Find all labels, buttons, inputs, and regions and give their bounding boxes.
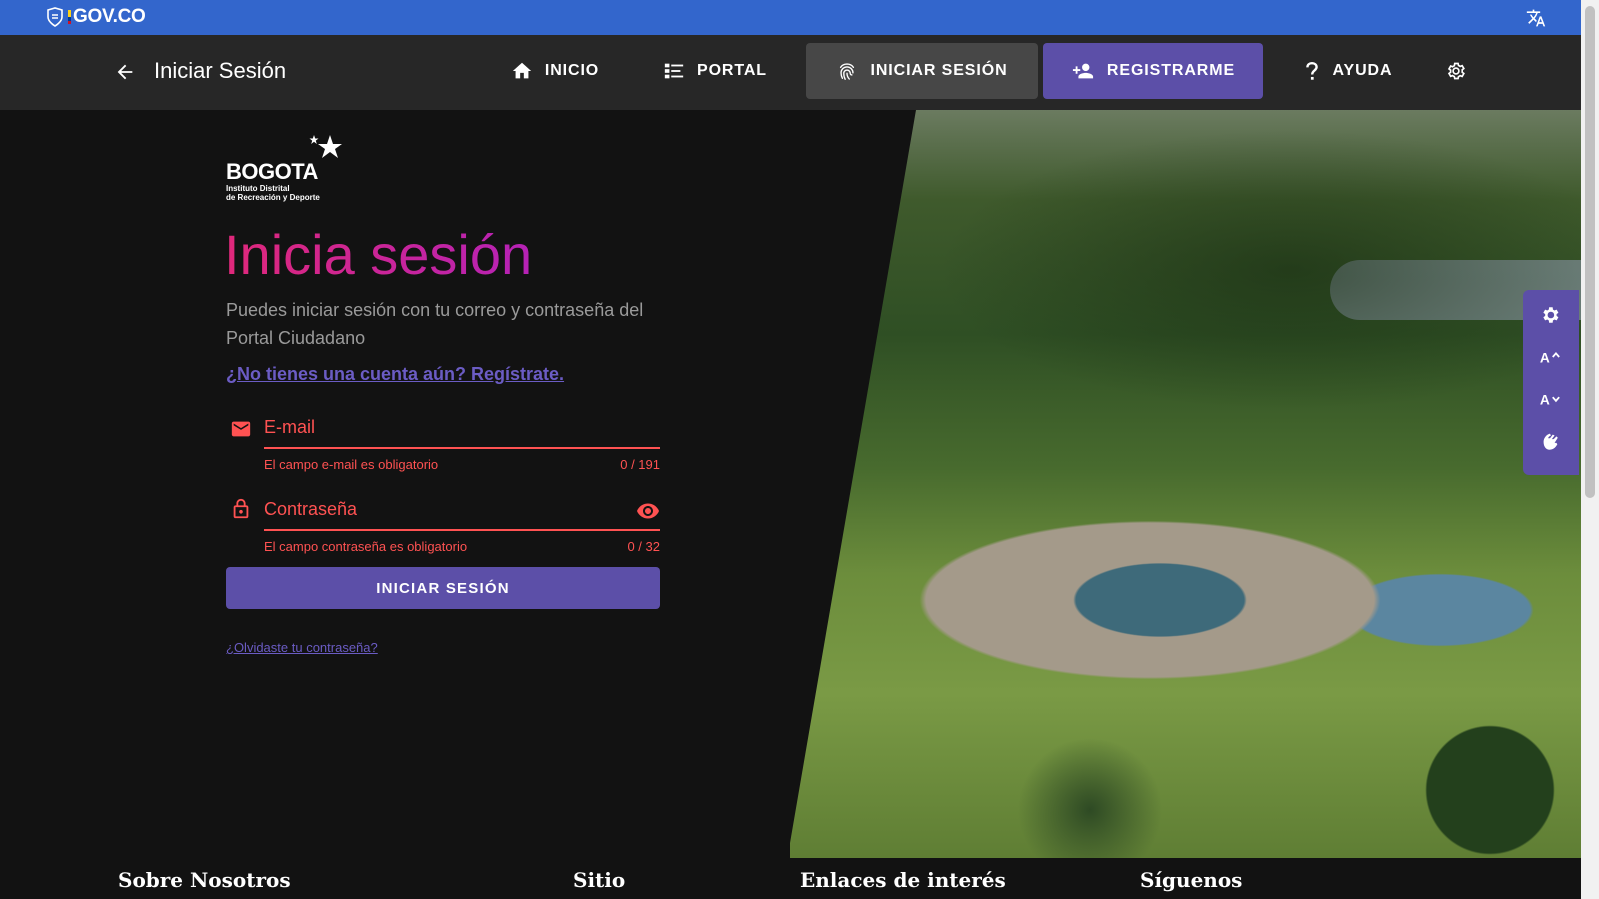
- nav-portal-label: PORTAL: [697, 62, 767, 79]
- lock-icon: [233, 498, 249, 519]
- list-icon: [664, 63, 684, 79]
- nav-portal-button[interactable]: PORTAL: [655, 43, 775, 99]
- email-error: El campo e-mail es obligatorio: [264, 457, 439, 472]
- park-hero-image: [790, 110, 1581, 858]
- question-icon: [1305, 62, 1318, 80]
- show-password-eye-icon[interactable]: [636, 499, 660, 523]
- nav-inicio-label: INICIO: [544, 62, 600, 79]
- sign-language-icon[interactable]: [1539, 430, 1561, 452]
- footer-heading-sobre-nosotros: Sobre Nosotros: [118, 868, 291, 892]
- scrollbar-thumb[interactable]: [1585, 6, 1595, 498]
- logo-subtitle-2: de Recreación y Deporte: [226, 193, 320, 202]
- footer-heading-siguenos: Síguenos: [1140, 868, 1243, 892]
- gov-logo[interactable]: GOV.CO: [46, 6, 146, 28]
- email-field: E-mail El campo e-mail es obligatorio 0 …: [226, 412, 660, 472]
- translate-icon[interactable]: [1526, 8, 1546, 28]
- nav-inicio-button[interactable]: INICIO: [500, 43, 610, 99]
- app-bar: Iniciar Sesión INICIO PORTAL INICIAR SES…: [0, 35, 1581, 110]
- logo-word: BOGOTA: [226, 159, 318, 184]
- password-error: El campo contraseña es obligatorio: [264, 539, 468, 554]
- email-input[interactable]: [264, 412, 624, 442]
- password-field: Contraseña El campo contraseña es obliga…: [226, 494, 660, 554]
- register-link[interactable]: ¿No tienes una cuenta aún? Regístrate.: [226, 364, 564, 385]
- svg-text:A: A: [1540, 393, 1550, 408]
- font-increase-icon[interactable]: A: [1539, 346, 1561, 368]
- email-counter: 0 / 191: [620, 457, 660, 472]
- back-arrow-icon[interactable]: [114, 61, 136, 83]
- gear-icon: [1447, 62, 1465, 80]
- nav-iniciar-sesion-label: INICIAR SESIÓN: [870, 62, 1008, 79]
- login-submit-button[interactable]: INICIAR SESIÓN: [226, 567, 660, 609]
- colombia-shield-icon: [47, 7, 63, 27]
- font-decrease-icon[interactable]: A: [1539, 388, 1561, 410]
- settings-button[interactable]: [1440, 43, 1472, 99]
- gov-logo-text: GOV.CO: [73, 6, 146, 27]
- password-underline: [264, 529, 660, 531]
- email-underline: [264, 447, 660, 449]
- nav-registrarme-label: REGISTRARME: [1106, 62, 1236, 79]
- forgot-password-link[interactable]: ¿Olvidaste tu contraseña?: [226, 640, 378, 655]
- person-add-icon: [1072, 63, 1094, 79]
- accessibility-settings-icon[interactable]: [1539, 304, 1561, 326]
- footer-heading-sitio: Sitio: [573, 868, 626, 892]
- svg-text:A: A: [1540, 351, 1550, 366]
- nav-ayuda-button[interactable]: AYUDA: [1290, 43, 1405, 99]
- bogota-idrd-logo: BOGOTA Instituto Distrital de Recreación…: [226, 133, 346, 208]
- nav-registrarme-button[interactable]: REGISTRARME: [1043, 43, 1263, 99]
- nav-ayuda-label: AYUDA: [1332, 62, 1393, 79]
- gov-bar: GOV.CO: [0, 0, 1581, 35]
- password-counter: 0 / 32: [627, 539, 660, 554]
- nav-iniciar-sesion-button[interactable]: INICIAR SESIÓN: [806, 43, 1038, 99]
- email-icon: [231, 421, 251, 437]
- page-scrollbar[interactable]: [1581, 0, 1599, 899]
- app-title: Iniciar Sesión: [154, 58, 287, 83]
- accessibility-toolbar: A A: [1523, 290, 1579, 475]
- colombia-flag-icon: [68, 10, 71, 24]
- login-headline: Inicia sesión: [224, 223, 533, 286]
- password-label: Contraseña: [264, 499, 358, 519]
- fingerprint-icon: [840, 63, 855, 80]
- footer-heading-enlaces: Enlaces de interés: [800, 868, 1006, 892]
- logo-subtitle-1: Instituto Distrital: [226, 184, 290, 193]
- page: GOV.CO Iniciar Sesión INICIO PORTAL INIC…: [0, 0, 1599, 899]
- home-icon: [512, 62, 532, 79]
- email-label: E-mail: [264, 417, 316, 437]
- login-subtitle: Puedes iniciar sesión con tu correo y co…: [226, 300, 644, 348]
